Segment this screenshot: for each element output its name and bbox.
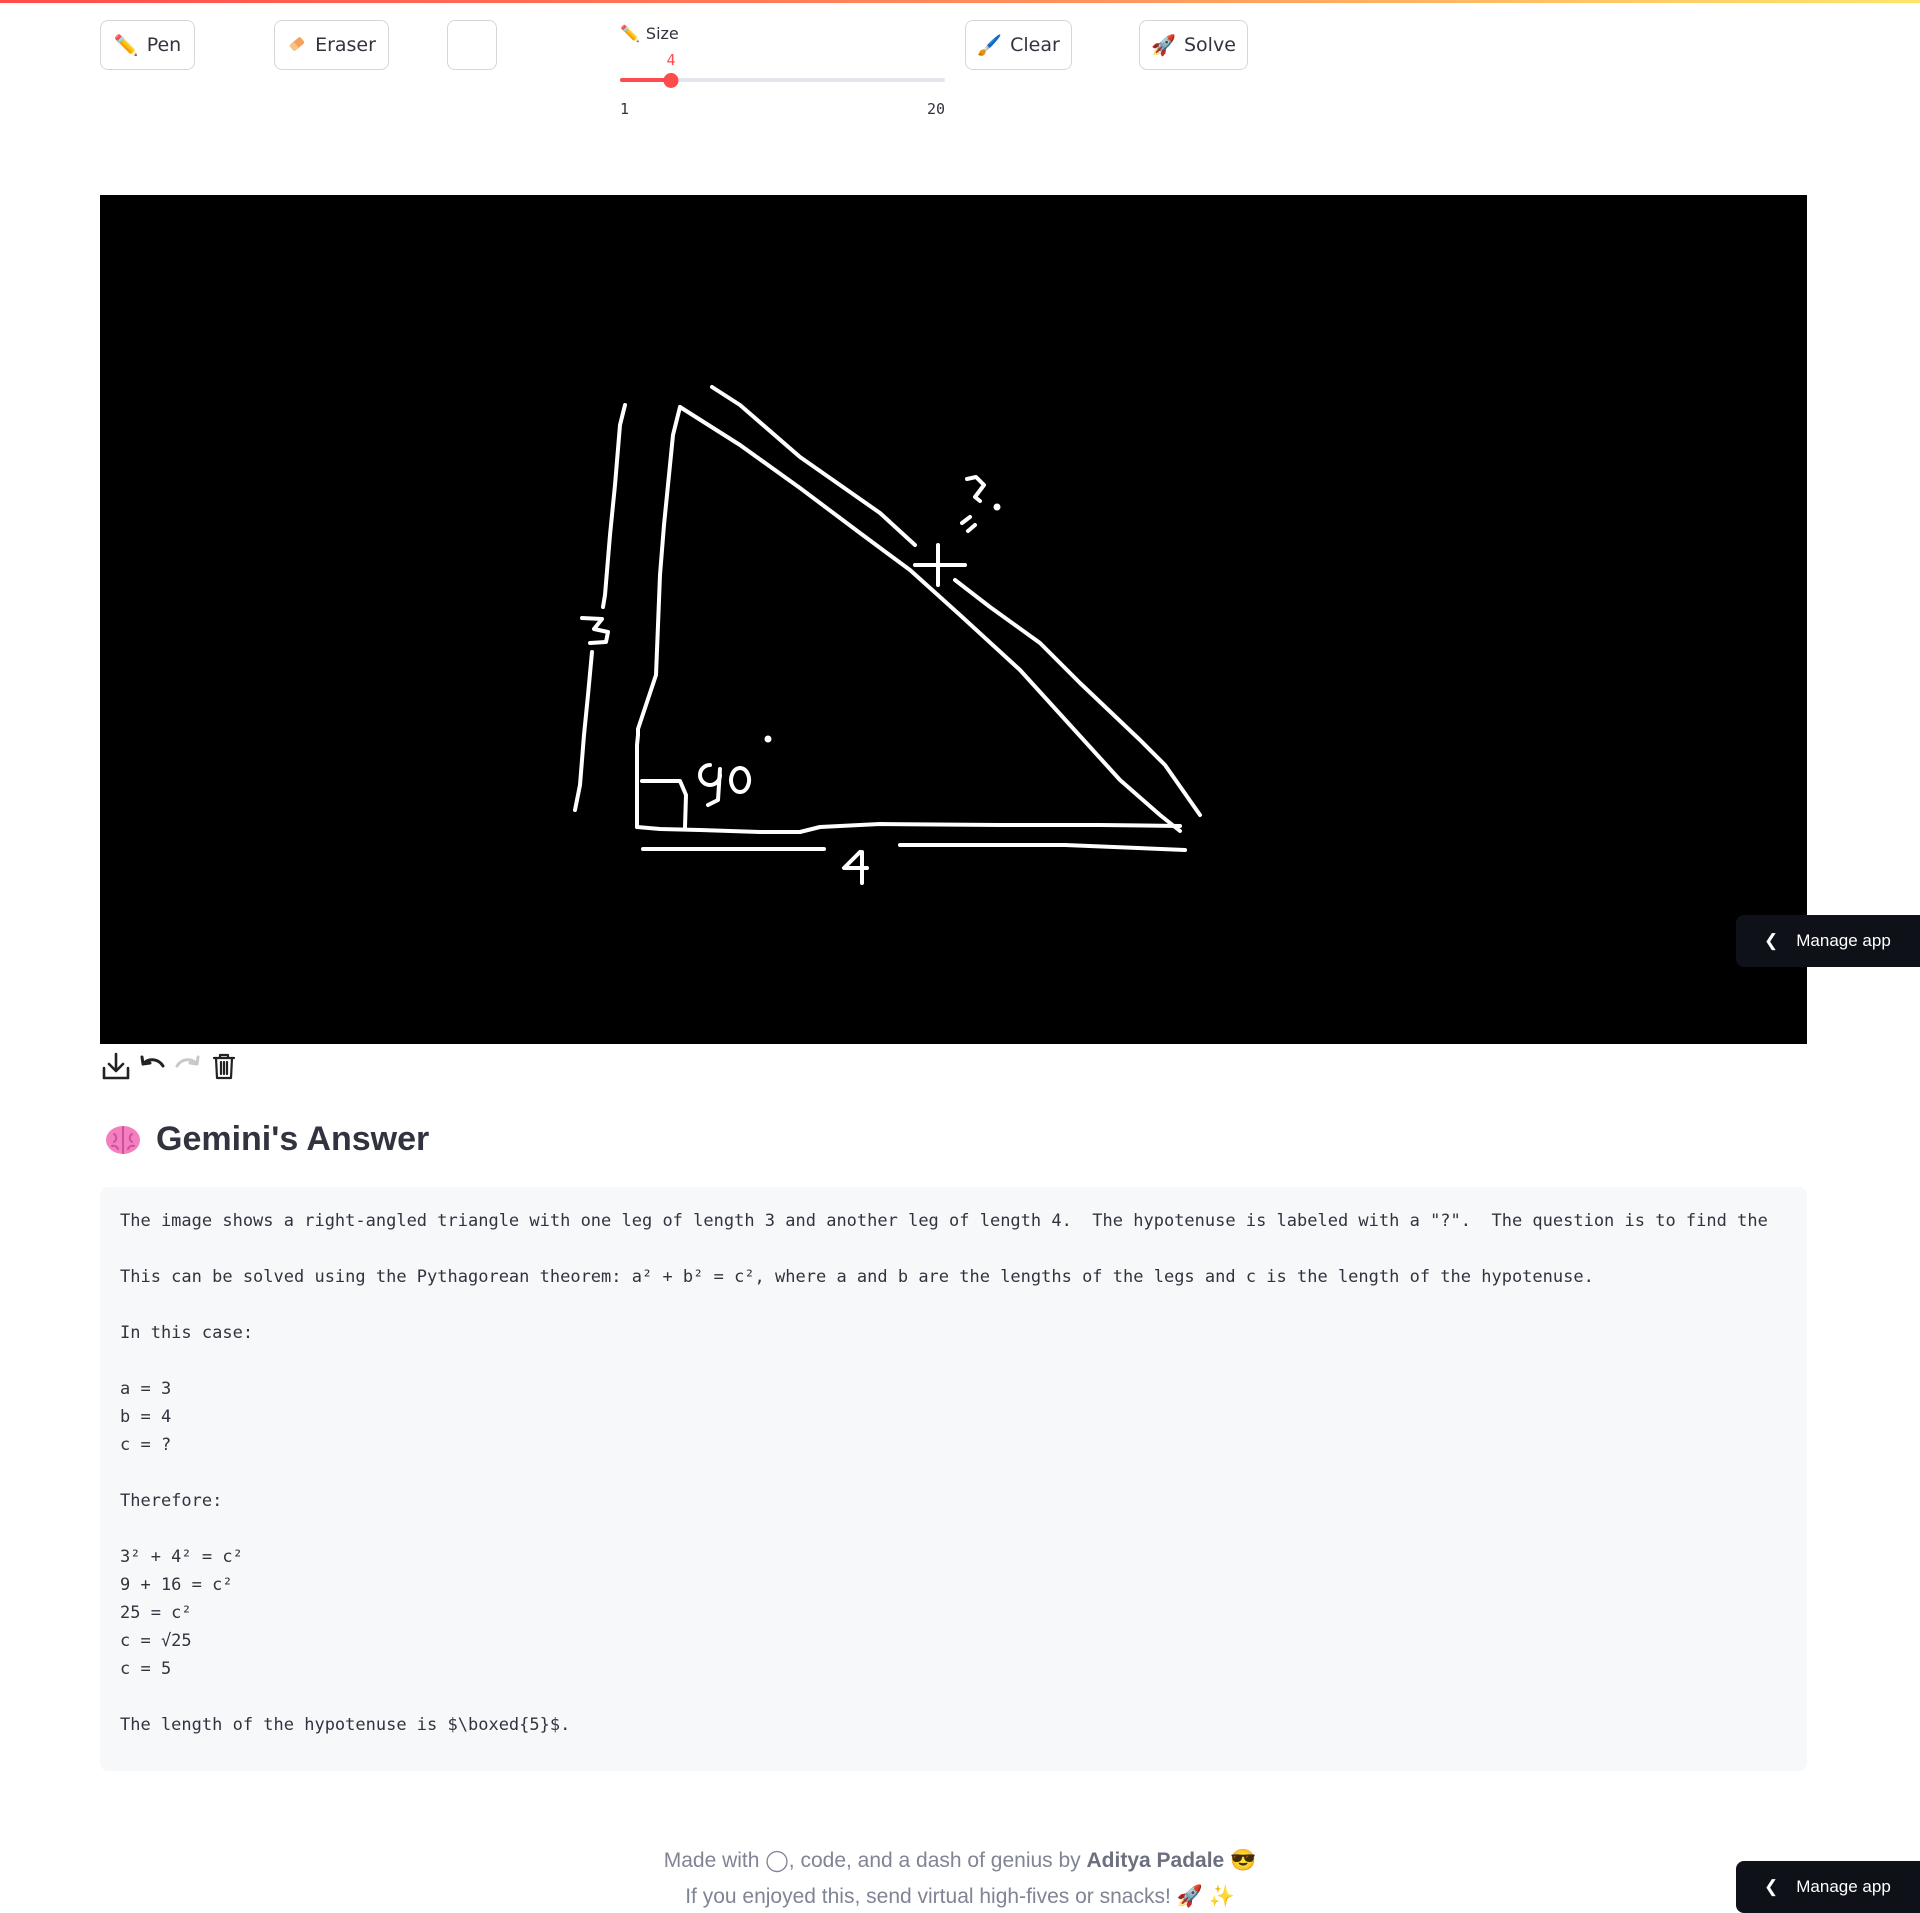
size-label-text: Size [645,24,679,43]
handwritten-degree [764,735,772,743]
size-slider-value: 4 [666,51,676,69]
bottom-guide-right [898,843,1187,852]
chevron-left-icon: ❮ [1764,1877,1779,1896]
size-slider-min: 1 [620,100,630,118]
pen-button[interactable]: ✏️ Pen [100,20,195,70]
size-slider-label: ✏️ Size [620,24,679,43]
size-slider-max: 20 [926,100,945,118]
side-line-left-upper [601,403,627,609]
brain-icon [106,1125,140,1154]
handwritten-3 [580,616,610,645]
side-line-left-lower [573,650,594,812]
hypotenuse-guide-upper [710,385,917,547]
clear-button-label: Clear [1010,34,1060,56]
rocket-icon: 🚀 [1176,1885,1203,1908]
answer-line: a = 3 [120,1379,172,1399]
answer-line [120,1515,1807,1543]
answer-line [120,1459,1807,1487]
canvas-toolbar [100,1050,240,1082]
eraser-button-label: Eraser [315,34,376,56]
footer-prefix: Made with [663,1849,766,1872]
footer-line-2: If you enjoyed this, send virtual high-f… [0,1879,1920,1913]
answer-line: c = ? [120,1435,172,1455]
rocket-icon: 🚀 [1151,33,1176,57]
footer-line-1: Made with ◯, code, and a dash of genius … [0,1843,1920,1879]
handwritten-9 [698,763,722,807]
triangle-left-leg [635,405,682,829]
answer-line: The image shows a right-angled triangle … [120,1211,1768,1231]
answer-line: The length of the hypotenuse is $\boxed{… [120,1715,571,1735]
size-slider-thumb[interactable] [663,73,679,88]
handwritten-0 [729,766,752,794]
answer-line [120,1683,1807,1711]
undo-icon[interactable] [136,1050,168,1082]
solve-button[interactable]: 🚀 Solve [1139,20,1248,70]
answer-line: 25 = c² [120,1603,192,1623]
triangle-bottom-leg [635,822,1182,834]
canvas-drawing [573,385,1202,885]
answer-line: In this case: [120,1323,254,1343]
answer-line: This can be solved using the Pythagorean… [120,1267,1594,1287]
eraser-icon [287,34,307,57]
pen-button-label: Pen [146,34,182,56]
answer-line: 9 + 16 = c² [120,1575,233,1595]
answer-line [120,1291,1807,1319]
size-slider[interactable]: ✏️ Size 4 1 20 [620,20,945,120]
footer-author: Aditya Padale [1086,1849,1225,1872]
solve-button-label: Solve [1184,34,1236,56]
handwritten-4 [842,850,869,885]
cool-face-icon: 😎 [1230,1849,1257,1872]
redo-icon[interactable] [172,1050,204,1082]
header-decoration-stripe [0,0,1920,3]
right-angle-mark [640,779,688,829]
trash-icon[interactable] [208,1050,240,1082]
hypotenuse-guide-lower [953,578,1202,817]
brain-outline-icon: ◯ [765,1849,789,1872]
answer-line: b = 4 [120,1407,172,1427]
footer-line-2-text: If you enjoyed this, send virtual high-f… [685,1885,1171,1908]
handwritten-question-dot [993,503,1001,511]
triangle-hypotenuse [678,405,1182,833]
answer-code-block: The image shows a right-angled triangle … [100,1187,1807,1771]
answer-line: c = 5 [120,1659,172,1679]
answer-line: Therefore: [120,1491,223,1511]
manage-app-button[interactable]: ❮ Manage app [1736,1861,1920,1913]
pencil-icon: ✏️ [113,33,139,57]
chevron-left-icon: ❮ [1764,931,1779,950]
handwritten-question [965,475,986,503]
manage-app-label: Manage app [1796,1877,1891,1896]
answer-line: 3² + 4² = c² [120,1547,243,1567]
answer-heading: Gemini's Answer [104,1120,429,1159]
answer-line: c = √25 [120,1631,192,1651]
manage-app-label: Manage app [1796,931,1891,950]
eraser-button[interactable]: Eraser [274,20,389,70]
brush-icon: 🖌️ [977,33,1003,57]
answer-title: Gemini's Answer [156,1120,430,1158]
footer: Made with ◯, code, and a dash of genius … [0,1843,1920,1913]
answer-line [120,1347,1807,1375]
sparkles-icon: ✨ [1208,1885,1235,1908]
color-picker-button[interactable] [447,20,497,70]
handwritten-equals [960,515,977,533]
pencil-icon: ✏️ [620,24,640,43]
footer-middle: , code, and a dash of genius by [788,1849,1087,1872]
drawing-canvas[interactable] [100,195,1807,1044]
clear-button[interactable]: 🖌️ Clear [965,20,1072,70]
download-icon[interactable] [100,1050,132,1082]
answer-line [120,1235,1807,1263]
manage-app-button[interactable]: ❮ Manage app [1736,915,1920,967]
